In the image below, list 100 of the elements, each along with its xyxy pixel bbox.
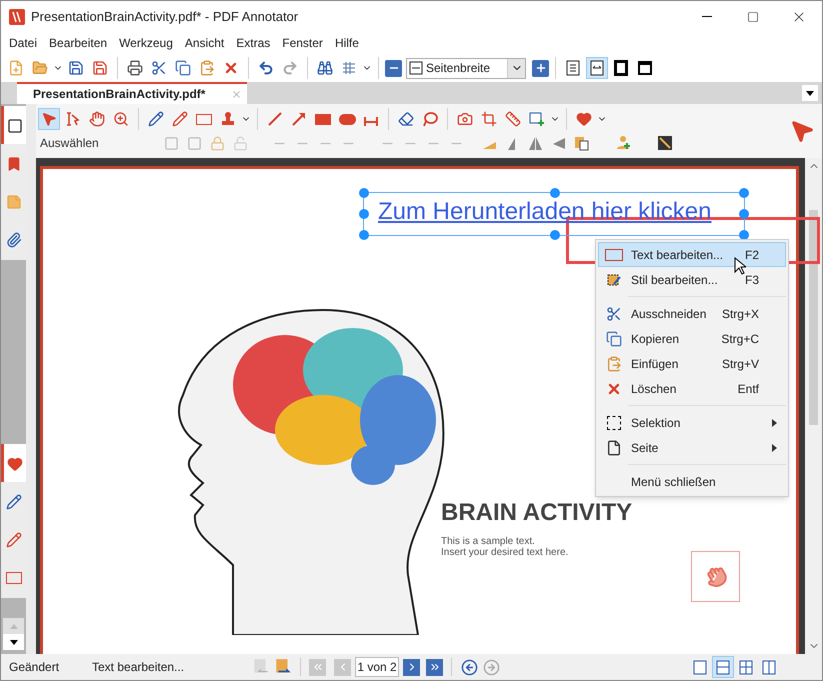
scrollbar-thumb[interactable] [809,210,818,425]
selection-handle[interactable] [359,188,369,198]
note-icon [6,194,22,210]
pointer-icon [41,111,57,127]
submenu-arrow-icon [772,418,777,426]
marker-icon [6,532,22,548]
shortcut-label: Entf [738,380,760,398]
menu-item[interactable]: Extras [232,34,274,52]
mouse-cursor-icon [734,257,746,275]
hand-icon [89,111,105,127]
paste-icon [199,60,215,76]
zoom-icon [113,111,129,127]
last-page-button[interactable] [426,658,443,676]
fit-mode-button[interactable] [586,57,608,79]
print-icon [127,60,143,76]
square-icon [7,118,23,134]
back-button[interactable] [460,658,478,676]
zoom-in-button[interactable] [532,60,549,76]
layout-icon [739,660,753,674]
save-as-icon [92,60,108,76]
context-menu-item[interactable]: Seite [598,435,786,460]
tab-list-button[interactable] [802,85,818,101]
layout-icon [716,660,730,674]
active-tool-pointer-icon [789,118,815,144]
plus-icon [534,62,546,74]
shortcut-label: Strg+X [722,306,760,322]
selection-handle[interactable] [359,230,369,240]
last-page-icon [428,661,440,673]
selection-handle[interactable] [739,209,749,219]
context-menu-item[interactable]: Selektion [598,410,786,435]
selection-handle[interactable] [550,188,560,198]
copy-icon [606,330,622,346]
context-menu-item[interactable]: Einfügen Strg+V [598,351,786,376]
caret-icon [806,90,814,96]
zoom-select[interactable]: Seitenbreite [406,58,526,78]
menu-item[interactable]: Datei [5,34,42,52]
app-logo-icon [9,8,25,24]
rectangle-icon [315,114,331,124]
heart-icon [7,456,23,472]
page-layout-button[interactable] [712,656,734,678]
sidebar-tab[interactable] [1,106,26,146]
scissors-icon [151,60,167,76]
layout-icon [762,660,776,674]
page-number-field[interactable]: 1 von 2 [355,657,399,677]
slide-heading: BRAIN ACTIVITY [441,498,632,528]
redo-icon [282,60,298,76]
ruler-icon [505,111,521,127]
shortcut-label: F3 [744,272,760,288]
back-icon [460,658,478,676]
menu-item[interactable]: Bearbeiten [45,34,112,52]
grid-icon [341,60,357,76]
selection-handle[interactable] [359,209,369,219]
page-view-icon [638,60,652,76]
slide-body-text: This is a sample text. [441,536,536,547]
zoom-select-value: Seitenbreite [426,60,490,77]
maximize-icon [747,10,759,22]
binoculars-icon [317,60,333,76]
tool-button[interactable] [38,108,60,130]
context-menu-item[interactable]: Stil bearbeiten... F3 [598,267,786,292]
selection-icon [607,416,621,430]
paperclip-icon [6,232,22,248]
page-view-icon [590,60,604,76]
context-menu-item[interactable]: Kopieren Strg+C [598,326,786,351]
context-menu-item[interactable]: Ausschneiden Strg+X [598,301,786,326]
menu-item[interactable]: Hilfe [330,34,363,52]
shortcut-label: Strg+C [721,330,760,348]
selection-handle[interactable] [550,230,560,240]
paste-icon [606,356,622,372]
marker-icon [172,111,188,127]
context-menu-item[interactable]: Menü schließen [598,469,786,494]
scroll-down-button[interactable] [3,634,24,650]
scissors-icon [606,306,622,322]
submenu-arrow-icon [772,444,777,452]
pen-icon [148,111,164,127]
menu-item[interactable]: Ansicht [180,34,228,52]
delete-icon [223,60,239,76]
text-cursor-icon [65,111,81,127]
caret-down-icon [10,640,18,644]
slide-body-text: Insert your desired text here. [441,547,568,558]
selection-handle[interactable] [739,230,749,240]
page-icon [606,440,622,456]
pen-icon [6,494,22,510]
save-icon [68,60,84,76]
document-tab[interactable]: PresentationBrainActivity.pdf* [17,82,247,104]
zoom-out-button[interactable] [385,60,402,76]
style-edit-icon [606,272,622,288]
shortcut-label: F2 [744,246,760,264]
context-menu-item[interactable]: Löschen Entf [598,376,786,401]
camera-icon [457,111,473,127]
minimize-icon [702,16,712,17]
menu-item[interactable]: Fenster [278,34,327,52]
selection-handle[interactable] [739,188,749,198]
next-page-button[interactable] [403,658,420,676]
status-message: Text bearbeiten... [92,659,186,676]
heart-icon [576,111,592,127]
close-tab-icon [231,88,242,100]
folder-icon [32,60,48,76]
context-menu-item[interactable]: Text bearbeiten... F2 [598,242,786,267]
new-document-icon [8,60,24,76]
menu-item[interactable]: Werkzeug [115,34,177,52]
